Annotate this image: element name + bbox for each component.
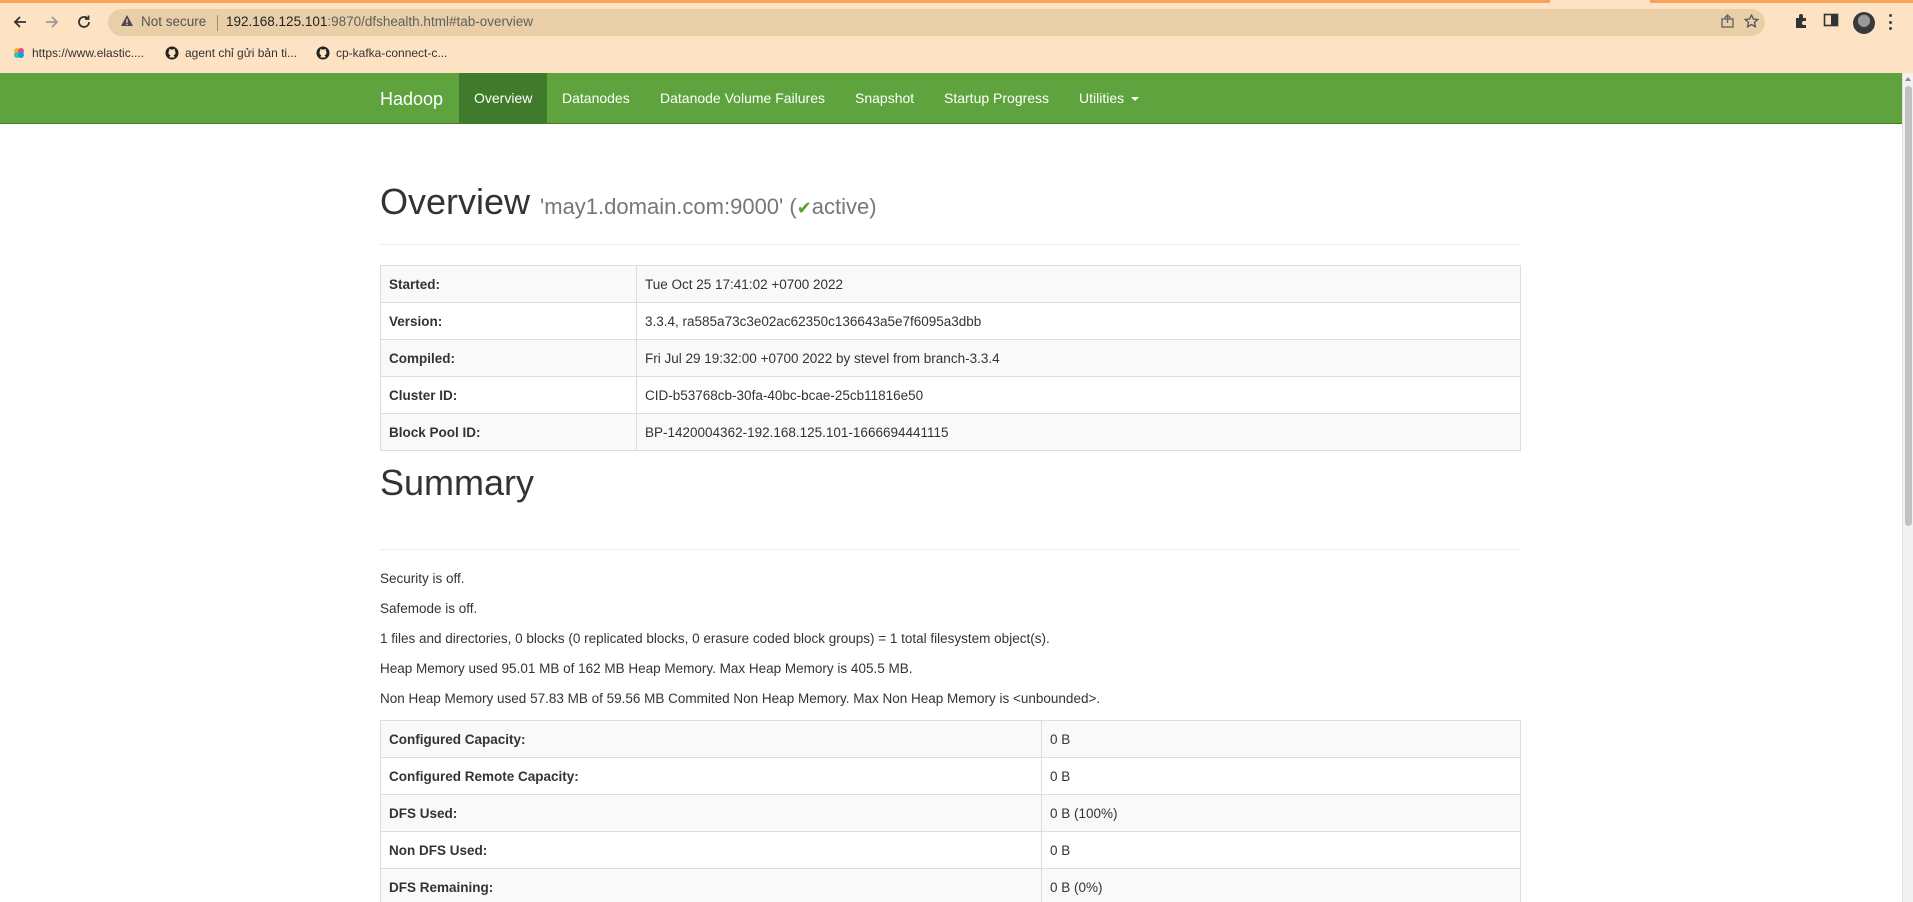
- url-host: 192.168.125.101: [226, 14, 328, 29]
- bookmark-label: agent chỉ gửi bản ti...: [185, 46, 298, 60]
- back-icon[interactable]: [5, 7, 35, 37]
- row-value: BP-1420004362-192.168.125.101-1666694441…: [636, 413, 1521, 451]
- bookmark-elastic[interactable]: https://www.elastic....: [12, 46, 144, 60]
- forward-icon[interactable]: [37, 7, 67, 37]
- table-row: DFS Remaining: 0 B (0%): [380, 868, 1521, 902]
- row-value: 3.3.4, ra585a73c3e02ac62350c136643a5e7f6…: [636, 302, 1521, 340]
- utilities-dropdown[interactable]: Utilities: [1064, 73, 1154, 123]
- elastic-icon: [14, 48, 24, 58]
- security-status-text: Security is off.: [380, 571, 465, 586]
- row-value: 0 B: [1041, 757, 1521, 795]
- row-key: DFS Remaining:: [380, 868, 1042, 902]
- host-label: 'may1.domain.com:9000': [540, 194, 784, 219]
- table-row: Started: Tue Oct 25 17:41:02 +0700 2022: [380, 265, 1521, 303]
- safemode-status-text: Safemode is off.: [380, 601, 478, 616]
- summary-table: Configured Capacity: 0 B Configured Remot…: [380, 720, 1521, 902]
- row-value: Tue Oct 25 17:41:02 +0700 2022: [636, 265, 1521, 303]
- bookmark-agent[interactable]: agent chỉ gửi bản ti...: [165, 46, 297, 60]
- summary-heading: Summary: [380, 462, 535, 503]
- summary-header: Summary: [380, 449, 1521, 550]
- table-row: Compiled: Fri Jul 29 19:32:00 +0700 2022 …: [380, 339, 1521, 377]
- row-key: Started:: [380, 265, 637, 303]
- active-tab-edge: [1550, 0, 1650, 3]
- github-icon: [316, 46, 330, 60]
- row-key: Configured Remote Capacity:: [380, 757, 1042, 795]
- tab-startup-progress[interactable]: Startup Progress: [929, 73, 1064, 123]
- browser-chrome: Not secure 192.168.125.101:9870/dfshealt…: [0, 0, 1913, 73]
- reload-icon[interactable]: [69, 7, 99, 37]
- row-value: 0 B: [1041, 720, 1521, 758]
- profile-avatar[interactable]: [1853, 12, 1875, 34]
- url-path: :9870/dfshealth.html#tab-overview: [327, 14, 533, 29]
- caret-down-icon: [1131, 97, 1140, 102]
- url-text[interactable]: 192.168.125.101:9870/dfshealth.html#tab-…: [226, 14, 533, 29]
- table-row: Version: 3.3.4, ra585a73c3e02ac62350c1366…: [380, 302, 1521, 340]
- table-row: Cluster ID: CID-b53768cb-30fa-40bc-bcae-2…: [380, 376, 1521, 414]
- overview-title: Overview: [380, 181, 531, 222]
- hadoop-navbar: Hadoop Overview Datanodes Datanode Volum…: [0, 73, 1902, 124]
- table-row: Non DFS Used: 0 B: [380, 831, 1521, 869]
- tab-datanodes[interactable]: Datanodes: [547, 73, 645, 123]
- non-heap-memory-text: Non Heap Memory used 57.83 MB of 59.56 M…: [380, 691, 1101, 706]
- paren-close: ): [869, 194, 877, 219]
- brand-link[interactable]: Hadoop: [380, 89, 443, 110]
- row-value: Fri Jul 29 19:32:00 +0700 2022 by stevel…: [636, 339, 1521, 377]
- namenode-host: 'may1.domain.com:9000' (✔active): [540, 194, 877, 219]
- row-key: Version:: [380, 302, 637, 340]
- warning-icon: [120, 14, 134, 33]
- scroll-thumb[interactable]: [1905, 86, 1912, 526]
- row-key: Block Pool ID:: [380, 413, 637, 451]
- heap-memory-text: Heap Memory used 95.01 MB of 162 MB Heap…: [380, 661, 913, 676]
- side-panel-icon[interactable]: [1823, 12, 1839, 33]
- scroll-up-icon[interactable]: [1905, 77, 1911, 81]
- bookmark-label: https://www.elastic....: [32, 46, 145, 60]
- extensions-icon[interactable]: [1793, 12, 1810, 34]
- address-divider: [217, 15, 218, 31]
- browser-menu-icon[interactable]: [1887, 11, 1893, 33]
- bookmark-label: cp-kafka-connect-c...: [336, 46, 448, 60]
- overview-header: Overview 'may1.domain.com:9000' (✔active…: [380, 124, 1521, 245]
- table-row: Block Pool ID: BP-1420004362-192.168.125.…: [380, 413, 1521, 451]
- github-icon: [165, 46, 179, 60]
- bookmarks-bar: https://www.elastic.... agent chỉ gửi bả…: [0, 42, 1913, 66]
- security-status[interactable]: Not secure: [141, 14, 206, 29]
- page-scrollbar[interactable]: [1902, 73, 1913, 902]
- tab-datanode-volume-failures[interactable]: Datanode Volume Failures: [645, 73, 840, 123]
- row-key: Configured Capacity:: [380, 720, 1042, 758]
- filesystem-objects-text: 1 files and directories, 0 blocks (0 rep…: [380, 631, 1050, 646]
- row-key: Non DFS Used:: [380, 831, 1042, 869]
- table-row: Configured Capacity: 0 B: [380, 720, 1521, 758]
- row-key: Cluster ID:: [380, 376, 637, 414]
- row-value: 0 B (100%): [1041, 794, 1521, 832]
- browser-toolbar: Not secure 192.168.125.101:9870/dfshealt…: [0, 5, 1913, 39]
- paren-open: (: [789, 194, 797, 219]
- star-icon[interactable]: [1743, 13, 1760, 34]
- overview-table: Started: Tue Oct 25 17:41:02 +0700 2022 V…: [380, 265, 1521, 451]
- address-bar[interactable]: Not secure 192.168.125.101:9870/dfshealt…: [108, 9, 1765, 36]
- bookmark-kafka[interactable]: cp-kafka-connect-c...: [316, 46, 447, 60]
- utilities-label: Utilities: [1079, 90, 1125, 106]
- row-value: 0 B: [1041, 831, 1521, 869]
- overview-heading: Overview 'may1.domain.com:9000' (✔active…: [380, 181, 877, 223]
- tab-snapshot[interactable]: Snapshot: [840, 73, 929, 123]
- row-value: CID-b53768cb-30fa-40bc-bcae-25cb11816e50: [636, 376, 1521, 414]
- row-key: DFS Used:: [380, 794, 1042, 832]
- table-row: DFS Used: 0 B (100%): [380, 794, 1521, 832]
- row-key: Compiled:: [380, 339, 637, 377]
- table-row: Configured Remote Capacity: 0 B: [380, 757, 1521, 795]
- tab-overview[interactable]: Overview: [459, 73, 548, 123]
- ha-state: active: [811, 194, 870, 219]
- share-icon[interactable]: [1720, 14, 1735, 34]
- check-icon: ✔: [796, 198, 812, 218]
- row-value: 0 B (0%): [1041, 868, 1521, 902]
